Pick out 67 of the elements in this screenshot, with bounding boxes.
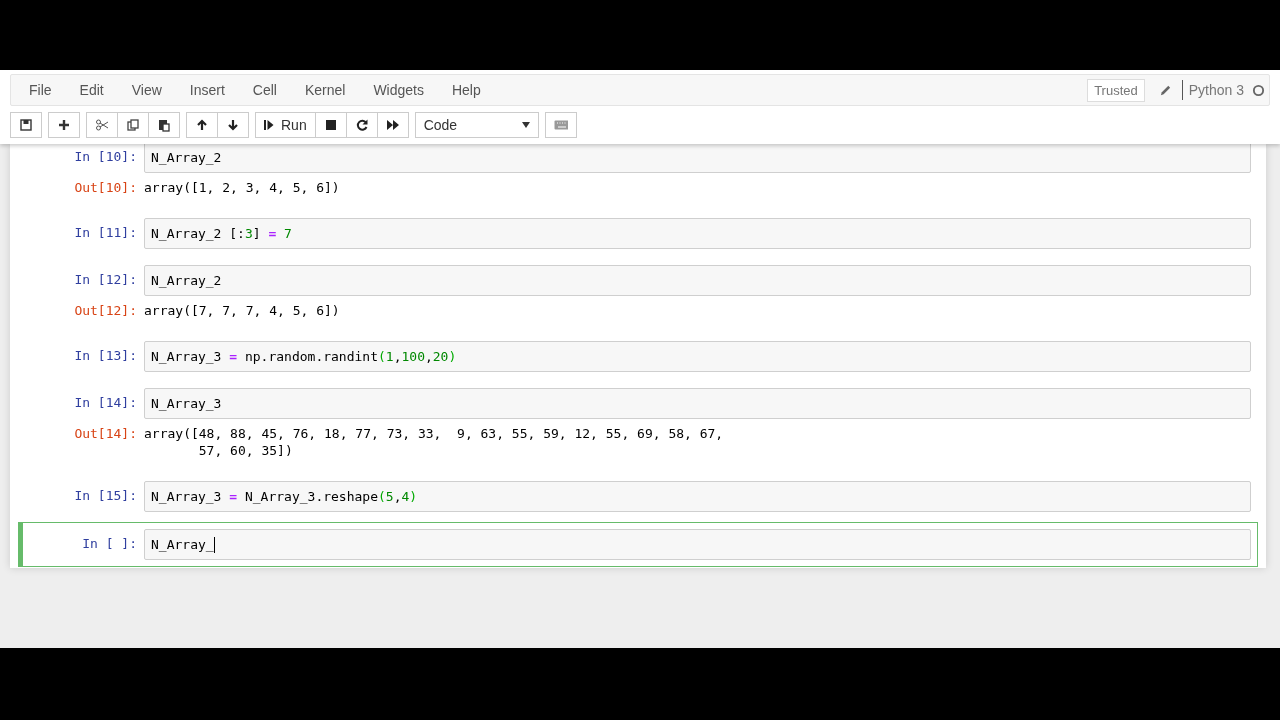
move-up-icon [195, 118, 209, 132]
pencil-icon[interactable] [1158, 83, 1172, 97]
code-cell[interactable]: In [10]: N_Array_2 Out[10]: array([1, 2, 3, 4, 5, 6]) [18, 144, 1258, 208]
code-cell[interactable]: In [13]: N_Array_3 = np.random.randint(1,100,20) [18, 335, 1258, 378]
output-text: array([1, 2, 3, 4, 5, 6]) [144, 179, 340, 196]
code-input[interactable]: N_Array_ [144, 529, 1251, 560]
code-cell[interactable]: In [ ]: N_Array_ [18, 522, 1258, 567]
cut-button[interactable] [86, 112, 118, 138]
save-button[interactable] [10, 112, 42, 138]
code-cell[interactable]: In [15]: N_Array_3 = N_Array_3.reshape(5,4) [18, 475, 1258, 518]
input-prompt: In [11]: [73, 224, 138, 241]
code-cell[interactable]: In [12]: N_Array_2 Out[12]: array([7, 7, 7, 4, 5, 6]) [18, 259, 1258, 331]
input-prompt: In [10]: [73, 148, 138, 165]
paste-button[interactable] [148, 112, 180, 138]
input-prompt: In [ ]: [81, 535, 138, 552]
restart-button[interactable] [345, 112, 378, 138]
code-input[interactable]: N_Array_3 = np.random.randint(1,100,20) [144, 341, 1251, 372]
output-prompt: Out[14]: [73, 425, 138, 442]
copy-button[interactable] [117, 112, 149, 138]
output-prompt: Out[12]: [73, 302, 138, 319]
text-cursor [213, 536, 215, 553]
stop-button[interactable] [314, 112, 347, 138]
move-down-icon [226, 118, 240, 132]
menu-item[interactable]: Edit [65, 75, 118, 105]
input-prompt: In [13]: [73, 347, 138, 364]
input-prompt: In [12]: [73, 271, 138, 288]
code-cell[interactable]: In [11]: N_Array_2 [:3] = 7 [18, 212, 1258, 255]
add-cell-icon [57, 118, 71, 132]
code-input[interactable]: N_Array_2 [144, 144, 1251, 173]
fast-forward-icon [385, 118, 400, 132]
menu-item[interactable]: View [117, 75, 176, 105]
input-prompt: In [14]: [73, 394, 138, 411]
keyboard-icon [553, 118, 568, 132]
menu-item[interactable]: Cell [238, 75, 291, 105]
run-button[interactable]: Run [255, 112, 316, 138]
plus-button[interactable] [48, 112, 80, 138]
stop-icon [323, 118, 338, 132]
code-input[interactable]: N_Array_3 [144, 388, 1251, 419]
menu-item[interactable]: Help [437, 75, 495, 105]
save-icon [19, 118, 33, 132]
output-text: array([48, 88, 45, 76, 18, 77, 73, 33, 9, 63, 55, 59, 12, 55, 69, 58, 67, [144, 425, 724, 442]
keyboard-button[interactable] [544, 112, 577, 138]
restart-icon [354, 118, 369, 132]
kernel-name[interactable]: Python 3 [1188, 82, 1244, 98]
code-cell[interactable]: In [14]: N_Array_3 Out[14]: array([48, 88, 45, 76, 18, 77, 73, 33, 9, 63, 55, 59, 12, 55, 69, 58, 67, 57, 60, 35]) [18, 382, 1258, 471]
menu-item[interactable]: File [15, 75, 66, 105]
run-icon [264, 119, 275, 131]
code-input[interactable]: N_Array_2 [144, 265, 1251, 296]
caret-icon [521, 122, 530, 128]
menu-item[interactable]: Insert [175, 75, 239, 105]
output-prompt: Out[10]: [73, 179, 138, 196]
trusted-indicator[interactable]: Trusted [1087, 78, 1145, 102]
input-prompt: In [15]: [73, 487, 138, 504]
paste-icon [157, 118, 171, 132]
ff-button[interactable] [376, 112, 409, 138]
cell-type-dropdown[interactable]: Code [414, 112, 539, 138]
menu-item[interactable]: Kernel [290, 75, 360, 105]
copy-icon [126, 118, 140, 132]
down-button[interactable] [217, 112, 249, 138]
cut-icon [95, 118, 109, 132]
code-input[interactable]: N_Array_2 [:3] = 7 [144, 218, 1251, 249]
output-text: 57, 60, 35]) [197, 442, 294, 459]
menu-item[interactable]: Widgets [359, 75, 438, 105]
output-text: array([7, 7, 7, 4, 5, 6]) [144, 302, 340, 319]
kernel-status-icon [1252, 83, 1265, 97]
code-input[interactable]: N_Array_3 = N_Array_3.reshape(5,4) [144, 481, 1251, 512]
up-button[interactable] [186, 112, 218, 138]
